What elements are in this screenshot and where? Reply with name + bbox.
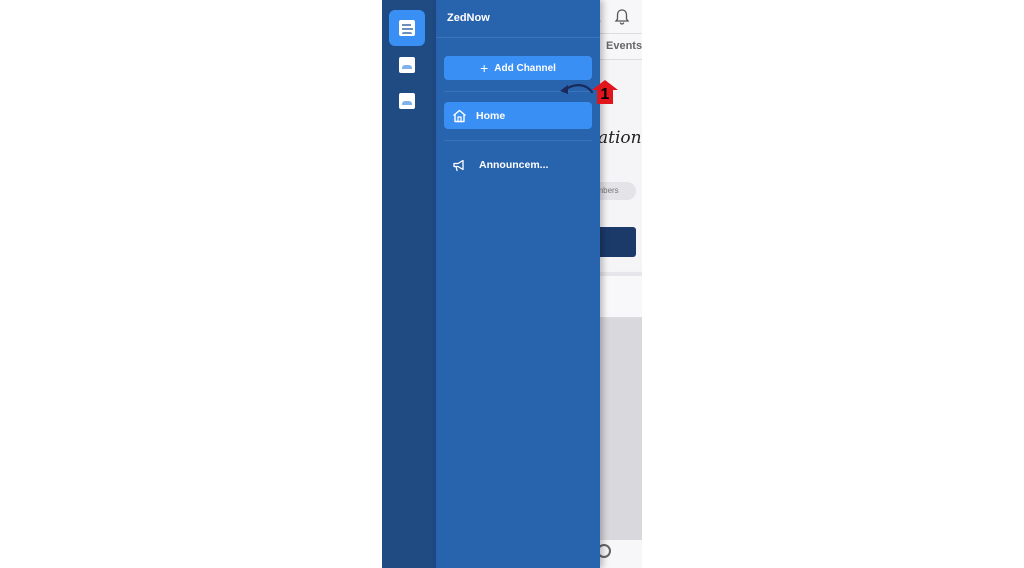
server-icon-2[interactable]	[389, 47, 425, 83]
channel-label-home: Home	[476, 109, 506, 122]
server-title: ZedNow	[447, 12, 490, 24]
server-thumbnail-icon	[399, 93, 415, 109]
bell-icon[interactable]	[614, 8, 630, 26]
channel-item-announcements[interactable]: Announcem...	[444, 152, 592, 178]
megaphone-icon	[453, 159, 464, 171]
home-icon	[453, 109, 466, 122]
step-marker: 1	[591, 79, 619, 105]
plus-icon: +	[480, 60, 489, 76]
add-channel-button[interactable]: + Add Channel	[444, 56, 592, 80]
screen: Events ation embers ZedNow + Add Channel…	[0, 0, 1024, 568]
hero-title: ation	[598, 128, 642, 148]
step-number: 1	[600, 86, 610, 103]
server-icon-3[interactable]	[389, 83, 425, 119]
server-thumbnail-icon	[399, 57, 415, 73]
channel-label-announcements: Announcem...	[479, 159, 549, 171]
drawer-header: ZedNow	[436, 0, 600, 38]
tab-events[interactable]: Events	[606, 40, 642, 52]
server-icon-zednow[interactable]	[389, 10, 425, 46]
server-rail	[382, 0, 436, 568]
add-channel-label: Add Channel	[494, 62, 556, 74]
pointer-arrow-icon	[560, 84, 594, 94]
divider	[444, 140, 592, 141]
server-thumbnail-icon	[399, 20, 415, 36]
channel-item-home[interactable]: Home	[444, 102, 592, 129]
